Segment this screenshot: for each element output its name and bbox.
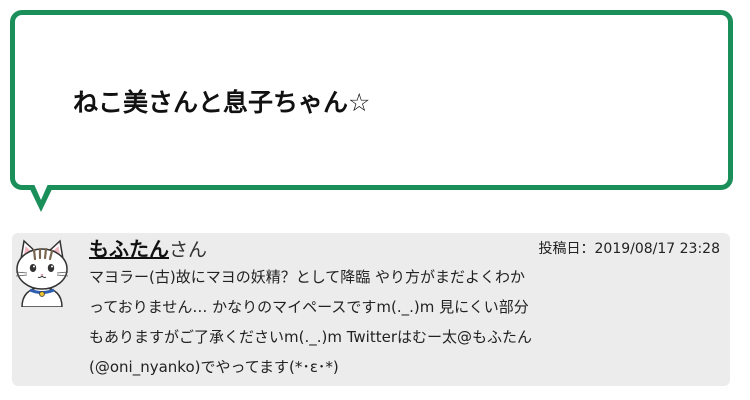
article-title: ねこ美さんと息子ちゃん☆ (73, 88, 371, 117)
bio-line: マヨラー(古)故にマヨの妖精？として降臨 やり方がまだよくわか (89, 268, 526, 286)
author-line: もふたんさん (89, 233, 207, 262)
author-honorific: さん (169, 239, 208, 261)
speech-bubble-tail-inner (34, 184, 48, 200)
bio-line: っておりません… かなりのマイペースですm(._.)m 見にくい部分 (89, 298, 529, 316)
cat-avatar-icon[interactable] (12, 237, 72, 308)
bio-line: (@oni_nyanko)でやってます(*･ε･*) (89, 358, 339, 376)
author-bio: マヨラー(古)故にマヨの妖精？として降臨 やり方がまだよくわか っておりません…… (89, 262, 719, 382)
speech-bubble: ねこ美さんと息子ちゃん☆ (10, 10, 733, 190)
post-date: 投稿日：2019/08/17 23:28 (538, 241, 721, 257)
author-name-link[interactable]: もふたん (89, 237, 169, 261)
author-profile-card: もふたんさん 投稿日：2019/08/17 23:28 マヨラー(古)故にマヨの… (12, 233, 730, 386)
bio-line: もありますがご了承くださいm(._.)m Twitterはむー太@もふたん (89, 328, 533, 346)
